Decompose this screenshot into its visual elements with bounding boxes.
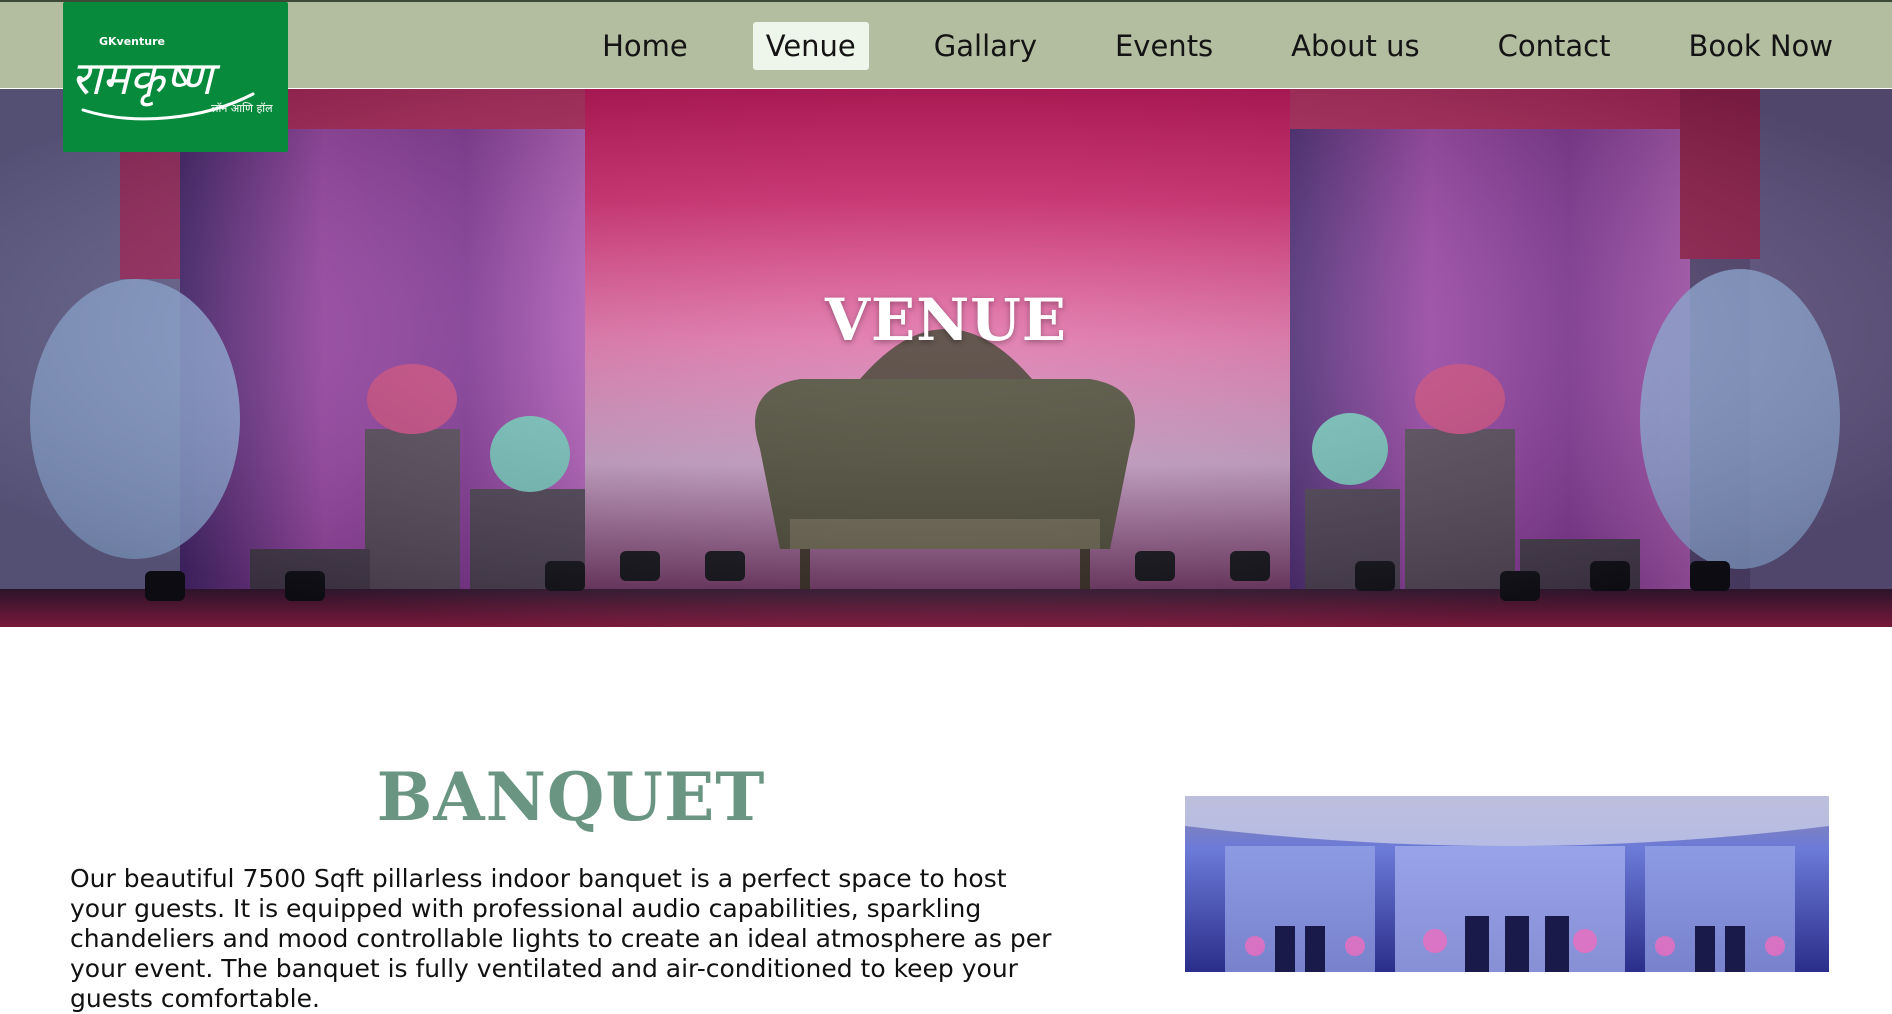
section-title-banquet: BANQUET <box>376 758 766 836</box>
banquet-description: Our beautiful 7500 Sqft pillarless indoo… <box>70 864 1052 1013</box>
nav-about-link[interactable]: About us <box>1278 22 1432 70</box>
nav-gallary-link[interactable]: Gallary <box>921 22 1050 70</box>
stage-decoration-image <box>0 89 1892 627</box>
nav-home-link[interactable]: Home <box>589 22 701 70</box>
nav-venue-link[interactable]: Venue <box>752 22 869 70</box>
hero-title: VENUE <box>824 286 1067 354</box>
logo-brand-sub: लॉन आणि हॉल <box>211 102 273 115</box>
logo-brand-small: GKventure <box>99 35 165 48</box>
nav-events-link[interactable]: Events <box>1102 22 1226 70</box>
site-logo[interactable]: GKventure रामकृष्ण लॉन आणि हॉल <box>63 2 288 152</box>
main-nav: Home Venue Gallary Events About us Conta… <box>589 20 1892 72</box>
banquet-photo <box>1185 796 1829 972</box>
logo-brand-main: रामकृष्ण <box>71 51 221 107</box>
nav-book-now-link[interactable]: Book Now <box>1675 22 1846 70</box>
nav-contact-link[interactable]: Contact <box>1485 22 1624 70</box>
hero-banner: VENUE <box>0 89 1892 627</box>
